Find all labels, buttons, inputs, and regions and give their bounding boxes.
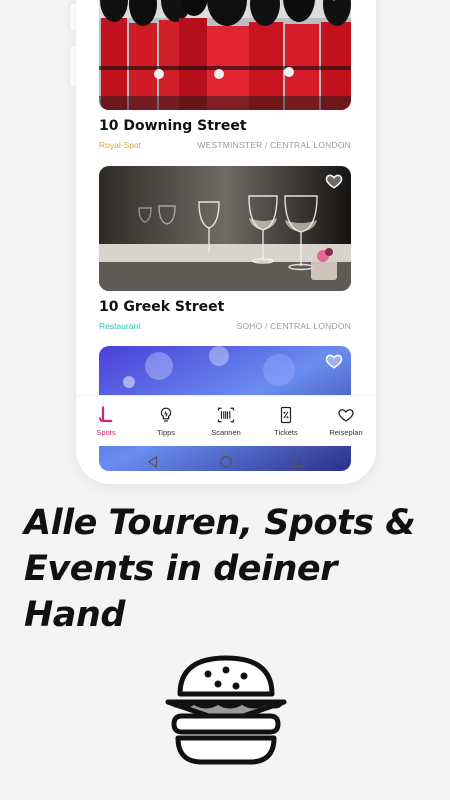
lightbulb-icon [160, 407, 172, 422]
spot-category: Royal-Spot [99, 140, 142, 150]
bottom-navigation: Spots Tipps Scannen Tickets Reiseplan [76, 395, 376, 446]
spot-image [99, 0, 351, 110]
nav-label: Reiseplan [329, 427, 363, 437]
headline-line-1: Alle Touren, Spots & [24, 503, 416, 543]
favorite-heart-icon[interactable] [325, 172, 343, 190]
spot-card[interactable]: 10 Greek Street Restaurant SOHO / CENTRA… [99, 166, 351, 331]
favorite-heart-icon[interactable] [325, 0, 343, 2]
heart-icon [338, 408, 354, 422]
spot-category: Restaurant [99, 321, 141, 331]
spot-meta: Royal-Spot WESTMINSTER / CENTRAL LONDON [99, 140, 351, 150]
nav-label: Tipps [156, 427, 176, 437]
spot-location: SOHO / CENTRAL LONDON [236, 321, 351, 331]
nav-item-scannen[interactable]: Scannen [198, 406, 254, 437]
nav-label: Scannen [211, 427, 241, 437]
spot-meta: Restaurant SOHO / CENTRAL LONDON [99, 321, 351, 331]
spot-location: WESTMINSTER / CENTRAL LONDON [197, 140, 351, 150]
spot-title: 10 Greek Street [99, 299, 225, 315]
nav-item-tipps[interactable]: Tipps [138, 406, 194, 437]
android-navigation-bar [76, 447, 376, 477]
ticket-icon [280, 406, 292, 423]
nav-item-tickets[interactable]: Tickets [258, 406, 314, 437]
nav-item-spots[interactable]: Spots [78, 405, 134, 437]
recents-square-icon[interactable] [292, 455, 306, 469]
headline-line-2: Events in deiner [24, 549, 337, 589]
favorite-heart-icon[interactable] [325, 352, 343, 370]
burger-illustration [165, 655, 287, 765]
spot-card[interactable]: 10 Downing Street Royal-Spot WESTMINSTER… [99, 0, 351, 150]
promo-headline: Alle Touren, Spots & Events in deiner Ha… [24, 500, 424, 638]
back-triangle-icon[interactable] [146, 455, 160, 469]
spot-title: 10 Downing Street [99, 118, 247, 134]
spot-image [99, 166, 351, 291]
guards-photo [99, 0, 351, 110]
nav-label: Spots [96, 427, 116, 437]
barcode-icon [217, 407, 235, 422]
nav-item-reiseplan[interactable]: Reiseplan [318, 406, 374, 437]
phone-mockup: 10 Downing Street Royal-Spot WESTMINSTER… [76, 0, 376, 484]
home-circle-icon[interactable] [219, 455, 233, 469]
restaurant-photo [99, 166, 351, 291]
nav-label: Tickets [274, 427, 298, 437]
spots-icon [99, 405, 113, 422]
headline-line-3: Hand [24, 595, 125, 635]
